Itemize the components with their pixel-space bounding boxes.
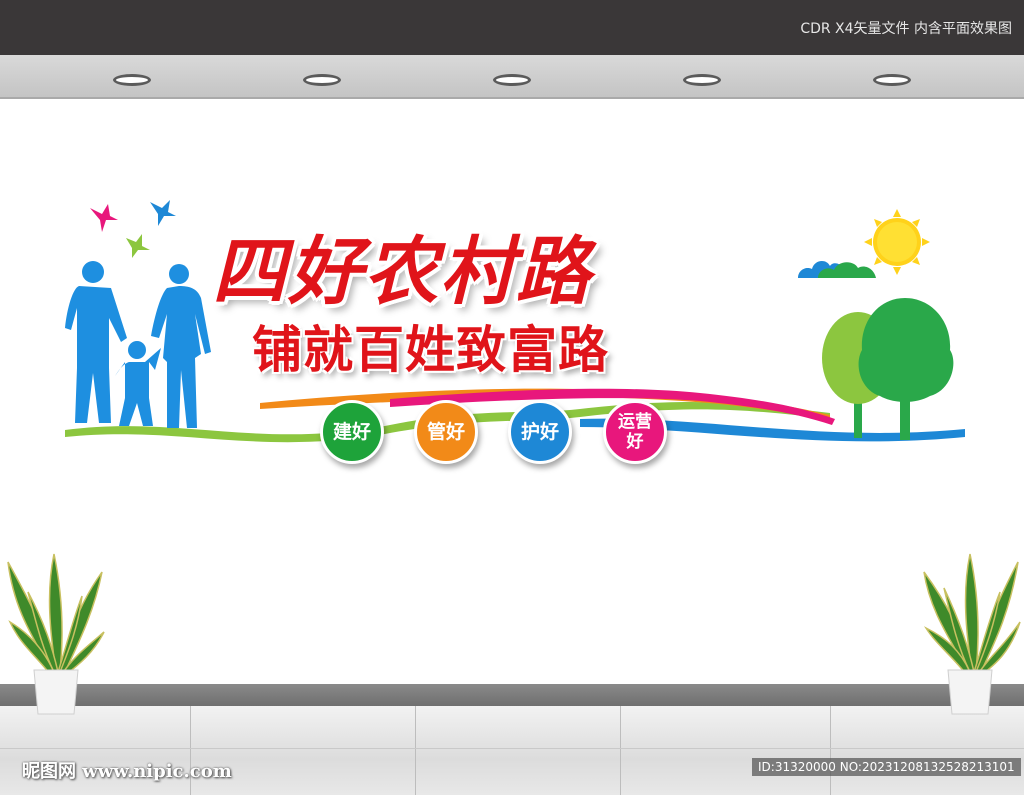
badge-label: 护好 [520,421,559,443]
ceiling-light [873,74,911,86]
floor-tile-line [620,706,621,795]
floor-tile-line [0,748,1024,749]
potted-plant-icon [923,553,1021,715]
badge-protect: 护好 [508,400,572,464]
ceiling-light [303,74,341,86]
badge-label: 建好 [332,421,371,443]
badge-label: 运营好 [618,412,652,452]
birds-icon [90,200,176,258]
family-silhouette-icon [65,261,211,428]
ceiling-light [493,74,531,86]
ceiling-light [113,74,151,86]
floor-tile-line [415,706,416,795]
badge-label: 管好 [426,421,465,443]
floor-tile-line [830,706,831,795]
ceiling [0,55,1024,99]
id-watermark: ID:31320000 NO:20231208132528213101 [752,758,1021,776]
ceiling-light [683,74,721,86]
sub-title: 铺就百姓致富路 [252,321,609,379]
skirting-board [0,684,1024,706]
badge-operate: 运营好 [603,400,667,464]
file-caption: CDR X4矢量文件 内含平面效果图 [800,21,1012,37]
trees-icon [822,298,954,440]
top-bar: CDR X4矢量文件 内含平面效果图 [0,0,1024,55]
badge-manage: 管好 [414,400,478,464]
cloud-icon [798,260,876,278]
potted-plant-icon [7,553,105,715]
main-title: 四好农村路 [212,229,592,315]
badge-build: 建好 [320,400,384,464]
site-watermark: 昵图网 www.nipic.com [22,761,232,782]
